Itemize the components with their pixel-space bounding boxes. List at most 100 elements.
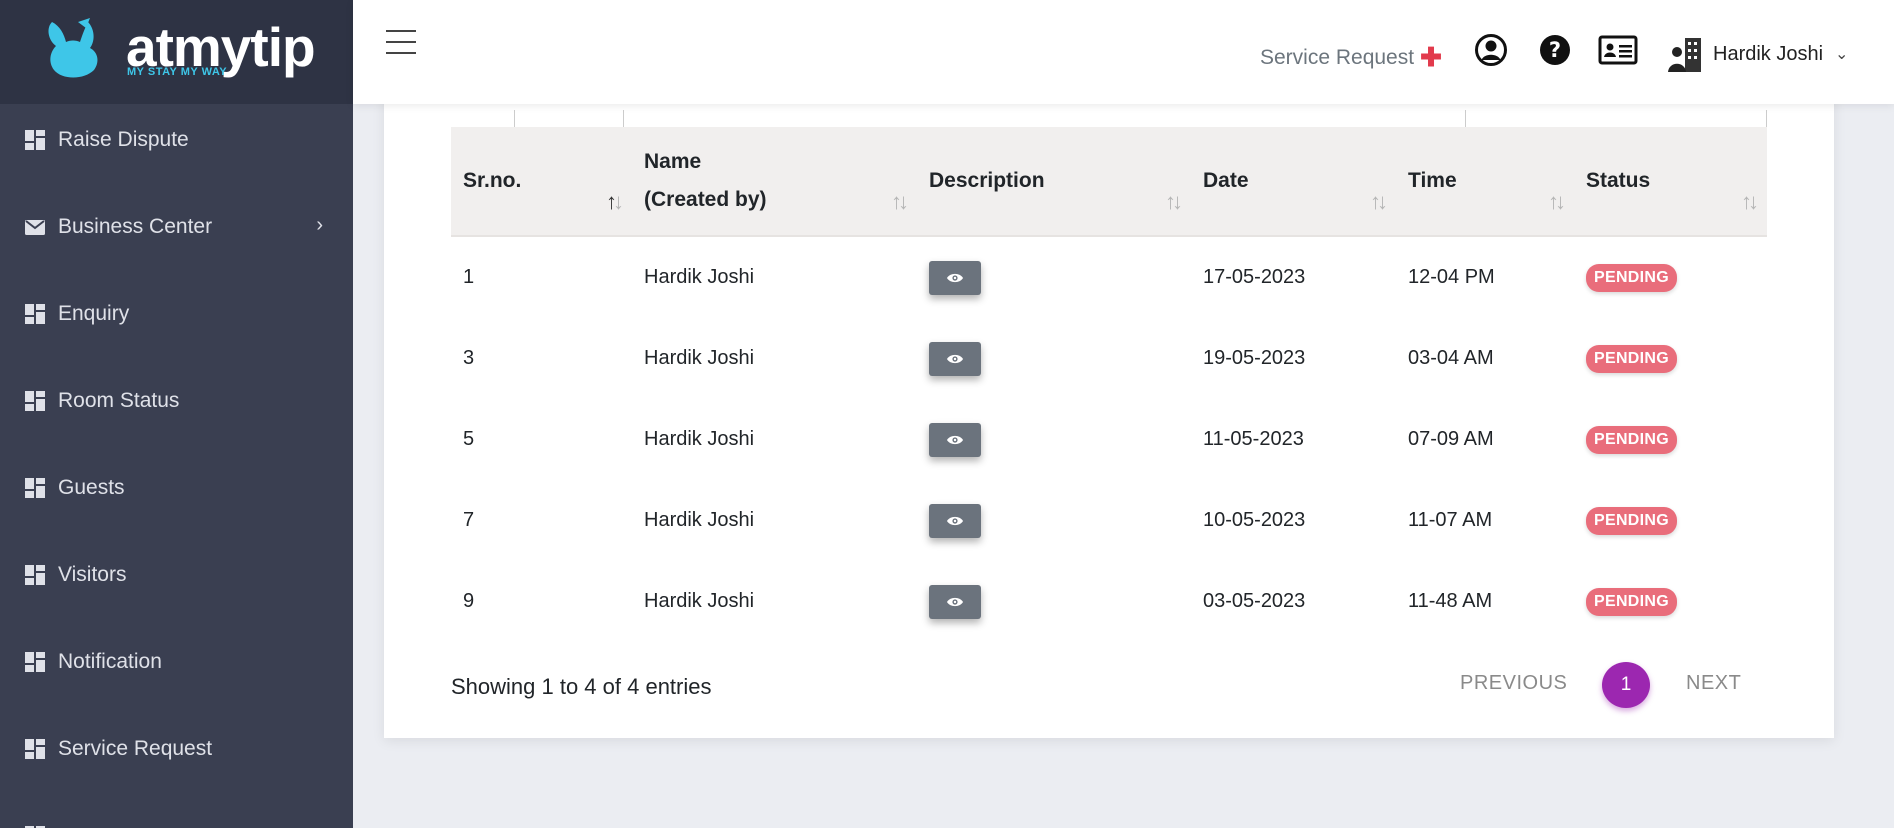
status-badge: PENDING	[1586, 587, 1677, 616]
cell-srno: 3	[463, 347, 475, 369]
service-request-card: Sr.no. ↑↓ Name (Created by) ↑↓ Descripti…	[384, 60, 1834, 738]
cell-time: 11-07 AM	[1408, 509, 1493, 531]
user-name: Hardik Joshi	[1713, 42, 1824, 65]
cell-name: Hardik Joshi	[644, 509, 755, 531]
cell-name: Hardik Joshi	[644, 428, 755, 450]
cell-name: Hardik Joshi	[644, 266, 755, 288]
sidebar-item-label: Service Request	[58, 737, 213, 760]
question-circle-icon[interactable]: ?	[1538, 33, 1572, 67]
sidebar-item-enquiry[interactable]: Enquiry	[0, 284, 353, 344]
column-header-time[interactable]: Time ↑↓	[1396, 127, 1574, 237]
cell-srno: 7	[463, 509, 475, 531]
sort-icon: ↑↓	[1741, 189, 1759, 214]
brand-logo[interactable]: atmytip MY STAY MY WAY	[0, 0, 353, 104]
dashboard-icon	[25, 391, 45, 411]
cell-description	[917, 480, 1191, 561]
user-menu[interactable]: Hardik Joshi ⌄	[1665, 34, 1848, 74]
sidebar-item-raise-dispute[interactable]: Raise Dispute	[0, 110, 353, 170]
sidebar-item-partial[interactable]	[0, 806, 353, 828]
view-description-button[interactable]	[929, 260, 981, 295]
sidebar-item-service-request[interactable]: Service Request	[0, 719, 353, 779]
table-row: 3 Hardik Joshi 19-05-2023 03-04 AM PENDING	[451, 318, 1767, 399]
view-description-button[interactable]	[929, 503, 981, 538]
eye-icon	[947, 516, 963, 525]
status-badge: PENDING	[1586, 506, 1677, 535]
data-table: Sr.no. ↑↓ Name (Created by) ↑↓ Descripti…	[451, 127, 1767, 642]
status-badge: PENDING	[1586, 344, 1677, 373]
eye-icon	[947, 273, 963, 282]
sidebar-item-room-status[interactable]: Room Status	[0, 371, 353, 431]
dashboard-icon	[25, 652, 45, 672]
page-1-button[interactable]: 1	[1602, 662, 1650, 708]
previous-page-button[interactable]: PREVIOUS	[1460, 672, 1567, 695]
envelope-icon	[25, 220, 45, 235]
cell-status: PENDING	[1574, 480, 1767, 561]
cell-description	[917, 236, 1191, 318]
column-header-description[interactable]: Description ↑↓	[917, 127, 1191, 237]
column-header-status[interactable]: Status ↑↓	[1574, 127, 1767, 237]
table-info: Showing 1 to 4 of 4 entries	[451, 674, 712, 699]
menu-toggle-icon[interactable]	[386, 30, 416, 56]
sort-icon: ↑↓	[606, 189, 624, 214]
service-request-label: Service Request	[1260, 46, 1415, 69]
view-description-button[interactable]	[929, 422, 981, 457]
sidebar-item-visitors[interactable]: Visitors	[0, 545, 353, 605]
cell-date: 17-05-2023	[1203, 266, 1306, 288]
status-badge: PENDING	[1586, 425, 1677, 454]
sidebar-item-label: Business Center	[58, 215, 213, 238]
sidebar-item-guests[interactable]: Guests	[0, 458, 353, 518]
cell-status: PENDING	[1574, 318, 1767, 399]
column-header-name[interactable]: Name (Created by) ↑↓	[632, 127, 917, 237]
sort-icon: ↑↓	[1370, 189, 1388, 214]
top-header: Service Request ✚ ? Hardik Joshi ⌄	[353, 0, 1894, 104]
cell-status: PENDING	[1574, 561, 1767, 642]
dashboard-icon	[25, 739, 45, 759]
sidebar: atmytip MY STAY MY WAY Raise Dispute Busi…	[0, 0, 353, 828]
cell-description	[917, 318, 1191, 399]
table-row: 7 Hardik Joshi 10-05-2023 11-07 AM PENDING	[451, 480, 1767, 561]
bunny-logo-icon	[48, 18, 98, 78]
next-page-button[interactable]: NEXT	[1686, 672, 1741, 695]
cell-time: 07-09 AM	[1408, 428, 1494, 450]
dashboard-icon	[25, 130, 45, 150]
eye-icon	[947, 435, 963, 444]
table-header-row: Sr.no. ↑↓ Name (Created by) ↑↓ Descripti…	[451, 127, 1767, 237]
sidebar-item-label: Room Status	[58, 389, 180, 412]
dashboard-icon	[25, 304, 45, 324]
cell-time: 03-04 AM	[1408, 347, 1494, 369]
cell-srno: 1	[463, 266, 475, 288]
cell-date: 03-05-2023	[1203, 590, 1306, 612]
user-avatar-icon	[1668, 38, 1701, 72]
sidebar-item-label: Notification	[58, 650, 162, 673]
cell-description	[917, 399, 1191, 480]
view-description-button[interactable]	[929, 341, 981, 376]
sidebar-item-label: Visitors	[58, 563, 127, 586]
id-card-icon[interactable]	[1598, 33, 1638, 67]
table-row: 5 Hardik Joshi 11-05-2023 07-09 AM PENDING	[451, 399, 1767, 480]
service-request-button[interactable]: Service Request ✚	[1260, 40, 1442, 72]
eye-icon	[947, 354, 963, 363]
brand-tagline: MY STAY MY WAY	[127, 66, 228, 78]
chevron-right-icon: ›	[316, 214, 323, 236]
cell-date: 19-05-2023	[1203, 347, 1306, 369]
cell-status: PENDING	[1574, 236, 1767, 318]
sidebar-item-label: Guests	[58, 476, 125, 499]
cell-srno: 9	[463, 590, 475, 612]
table-row: 1 Hardik Joshi 17-05-2023 12-04 PM PENDING	[451, 236, 1767, 318]
cell-time: 11-48 AM	[1408, 590, 1493, 612]
eye-icon	[947, 597, 963, 606]
column-header-date[interactable]: Date ↑↓	[1191, 127, 1396, 237]
sidebar-item-label: Raise Dispute	[58, 128, 189, 151]
cell-status: PENDING	[1574, 399, 1767, 480]
sort-icon: ↑↓	[1165, 189, 1183, 214]
view-description-button[interactable]	[929, 584, 981, 619]
status-badge: PENDING	[1586, 263, 1677, 292]
column-header-srno[interactable]: Sr.no. ↑↓	[451, 127, 632, 237]
cell-date: 11-05-2023	[1203, 428, 1304, 450]
dashboard-icon	[25, 478, 45, 498]
cell-name: Hardik Joshi	[644, 347, 755, 369]
user-circle-icon[interactable]	[1474, 33, 1508, 67]
sidebar-item-notification[interactable]: Notification	[0, 632, 353, 692]
sidebar-item-business-center[interactable]: Business Center ›	[0, 197, 353, 257]
cell-srno: 5	[463, 428, 475, 450]
